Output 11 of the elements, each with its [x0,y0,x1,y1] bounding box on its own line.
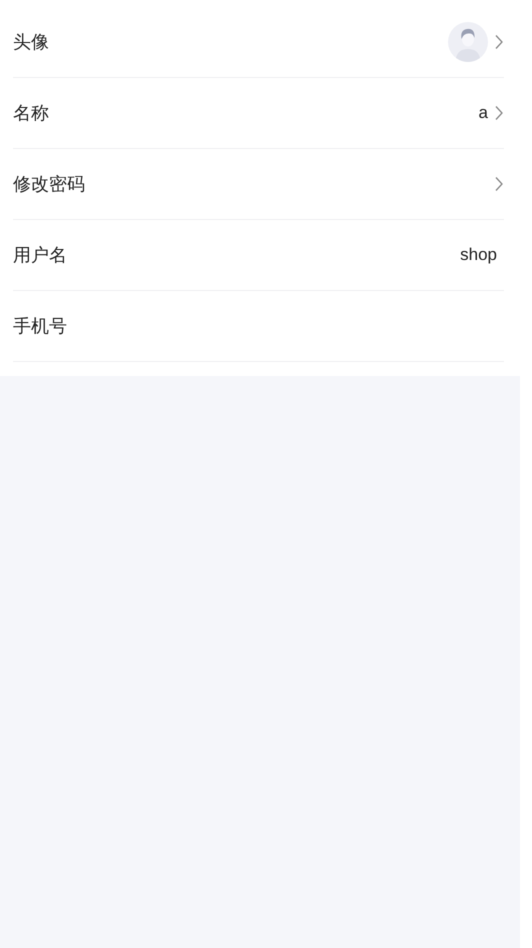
row-value: a [478,103,488,123]
row-label: 修改密码 [13,173,85,196]
row-label: 用户名 [13,244,67,267]
row-label: 手机号 [13,315,67,338]
settings-row[interactable]: 修改密码 [13,149,504,220]
settings-row[interactable]: 名称 a [13,78,504,149]
row-label: 名称 [13,102,49,125]
row-label: 头像 [13,31,49,54]
settings-row[interactable]: 头像 [13,7,504,78]
avatar-icon [448,22,488,62]
row-value: shop [460,245,497,265]
